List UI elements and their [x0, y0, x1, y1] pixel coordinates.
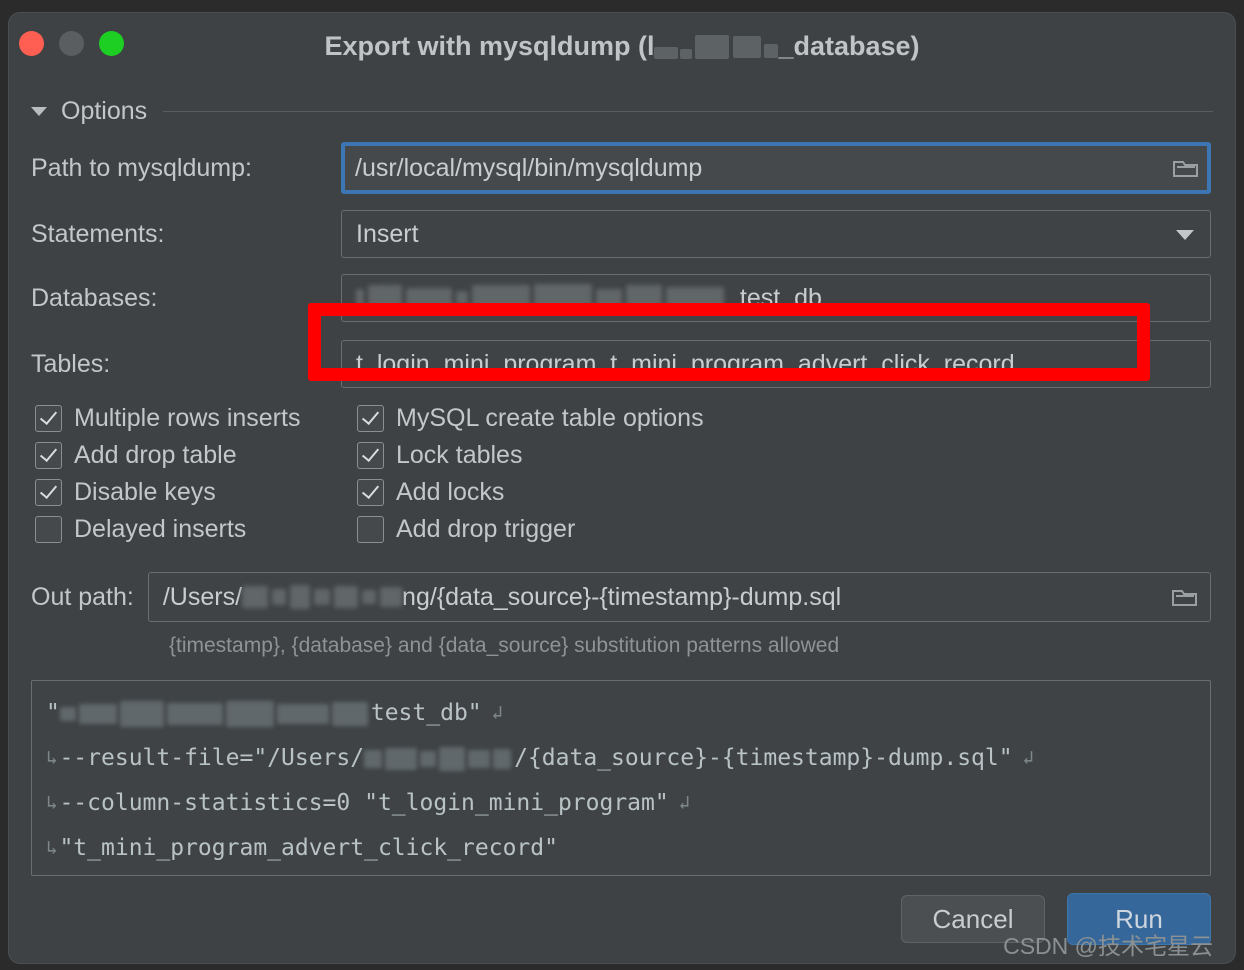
statements-value: Insert	[356, 219, 419, 248]
wrap-indicator-icon: ↲	[46, 747, 58, 769]
out-path-value-redaction	[242, 573, 406, 621]
path-to-mysqldump-input[interactable]: /usr/local/mysql/bin/mysqldump	[341, 142, 1211, 194]
screenshot-root: Export with mysqldump (l _database) Optio…	[0, 0, 1244, 970]
command-preview-box[interactable]: " test_db" ↲ ↲ --result-file="/Users/ /{…	[31, 680, 1211, 876]
out-path-value-suffix: ng/{data_source}-{timestamp}-dump.sql	[402, 582, 842, 611]
databases-label: Databases:	[31, 283, 158, 312]
tables-label: Tables:	[31, 349, 111, 378]
path-to-mysqldump-label: Path to mysqldump:	[31, 153, 252, 182]
path-to-mysqldump-row: Path to mysqldump: /usr/local/mysql/bin/…	[9, 142, 1235, 194]
dialog-body: Options Path to mysqldump: /usr/local/my…	[9, 97, 1235, 876]
command-line-3: ↲ --column-statistics=0 "t_login_mini_pr…	[46, 781, 1196, 826]
checkbox-label: Add locks	[396, 478, 505, 506]
databases-input[interactable]: _test_db	[341, 274, 1211, 322]
wrap-indicator-icon: ↲	[678, 792, 691, 814]
command-line-2: ↲ --result-file="/Users/ /{data_source}-…	[46, 736, 1196, 781]
chevron-down-icon[interactable]	[1176, 230, 1194, 240]
out-path-label: Out path:	[31, 582, 134, 611]
checkbox-add-locks[interactable]: Add locks	[357, 478, 1235, 507]
wrap-indicator-icon: ↲	[46, 837, 58, 859]
export-mysqldump-dialog: Export with mysqldump (l _database) Optio…	[8, 12, 1236, 964]
checkbox-icon[interactable]	[357, 442, 384, 469]
dialog-title-prefix: Export with mysqldump (l	[324, 31, 655, 61]
checkbox-label: Lock tables	[396, 441, 523, 469]
options-section-label: Options	[61, 97, 148, 125]
checkbox-icon[interactable]	[35, 442, 62, 469]
tables-input[interactable]: t_login_mini_program, t_mini_program_adv…	[341, 340, 1211, 388]
checkbox-disable-keys[interactable]: Disable keys	[35, 478, 357, 507]
databases-value-visible: _test_db	[726, 283, 822, 312]
command-line-1-redaction	[59, 700, 371, 727]
checkbox-label: Add drop table	[74, 441, 237, 469]
command-line-2-text: --result-file="/Users/	[59, 745, 365, 771]
dialog-title-redaction	[654, 30, 779, 61]
command-line-1: " test_db" ↲	[46, 691, 1196, 736]
databases-row: Databases: _test_db	[9, 274, 1235, 322]
folder-icon[interactable]	[1172, 587, 1198, 607]
command-line-3-text: --column-statistics=0 "t_login_mini_prog…	[59, 790, 669, 816]
out-path-value-prefix: /Users/	[162, 582, 243, 611]
checkbox-icon[interactable]	[35, 516, 62, 543]
options-checkbox-grid: Multiple rows inserts MySQL create table…	[9, 404, 1235, 544]
folder-icon[interactable]	[1173, 158, 1199, 178]
tables-row: Tables: t_login_mini_program, t_mini_pro…	[9, 340, 1235, 388]
section-divider	[163, 111, 1213, 112]
checkbox-add-drop-trigger[interactable]: Add drop trigger	[357, 515, 1235, 544]
command-line-2-suffix: /{data_source}-{timestamp}-dump.sql"	[514, 745, 1013, 771]
wrap-indicator-icon: ↲	[1022, 747, 1035, 769]
checkbox-label: Add drop trigger	[396, 515, 576, 543]
options-section-header[interactable]: Options	[31, 97, 1235, 126]
path-to-mysqldump-value: /usr/local/mysql/bin/mysqldump	[355, 153, 703, 182]
triangle-down-icon[interactable]	[31, 107, 47, 116]
wrap-indicator-icon: ↲	[491, 702, 504, 724]
out-path-input[interactable]: /Users/ ng/{data_source}-{timestamp}-dum…	[147, 572, 1211, 622]
checkbox-icon[interactable]	[35, 479, 62, 506]
checkbox-label: Disable keys	[74, 478, 216, 506]
checkbox-label: Delayed inserts	[74, 515, 247, 543]
statements-select[interactable]: Insert	[341, 210, 1211, 258]
dialog-title-suffix: _database)	[778, 31, 920, 61]
tables-value: t_login_mini_program, t_mini_program_adv…	[356, 349, 1015, 378]
checkbox-icon[interactable]	[357, 516, 384, 543]
checkbox-label: MySQL create table options	[396, 404, 704, 432]
checkbox-multiple-rows-inserts[interactable]: Multiple rows inserts	[35, 404, 357, 433]
command-line-4-text: "t_mini_program_advert_click_record"	[59, 835, 558, 861]
checkbox-mysql-create-table-options[interactable]: MySQL create table options	[357, 404, 1235, 433]
statements-label: Statements:	[31, 219, 165, 248]
command-line-1-suffix: test_db"	[370, 700, 482, 726]
dialog-title: Export with mysqldump (l _database)	[9, 31, 1235, 63]
checkbox-label: Multiple rows inserts	[74, 404, 301, 432]
checkbox-icon[interactable]	[357, 479, 384, 506]
out-path-hint: {timestamp}, {database} and {data_source…	[169, 634, 840, 657]
checkbox-add-drop-table[interactable]: Add drop table	[35, 441, 357, 470]
statements-row: Statements: Insert	[9, 210, 1235, 258]
out-path-row: Out path: /Users/ ng/{data_source}-{time…	[9, 572, 1235, 622]
checkbox-icon[interactable]	[357, 405, 384, 432]
checkbox-icon[interactable]	[35, 405, 62, 432]
checkbox-delayed-inserts[interactable]: Delayed inserts	[35, 515, 357, 544]
checkbox-lock-tables[interactable]: Lock tables	[357, 441, 1235, 470]
databases-value-redacted	[356, 275, 728, 321]
dialog-titlebar: Export with mysqldump (l _database)	[9, 13, 1235, 71]
command-line-2-redaction	[364, 746, 514, 772]
watermark: CSDN @技术宅星云	[1003, 933, 1213, 959]
wrap-indicator-icon: ↲	[46, 792, 58, 814]
command-line-4: ↲ "t_mini_program_advert_click_record"	[46, 826, 1196, 871]
